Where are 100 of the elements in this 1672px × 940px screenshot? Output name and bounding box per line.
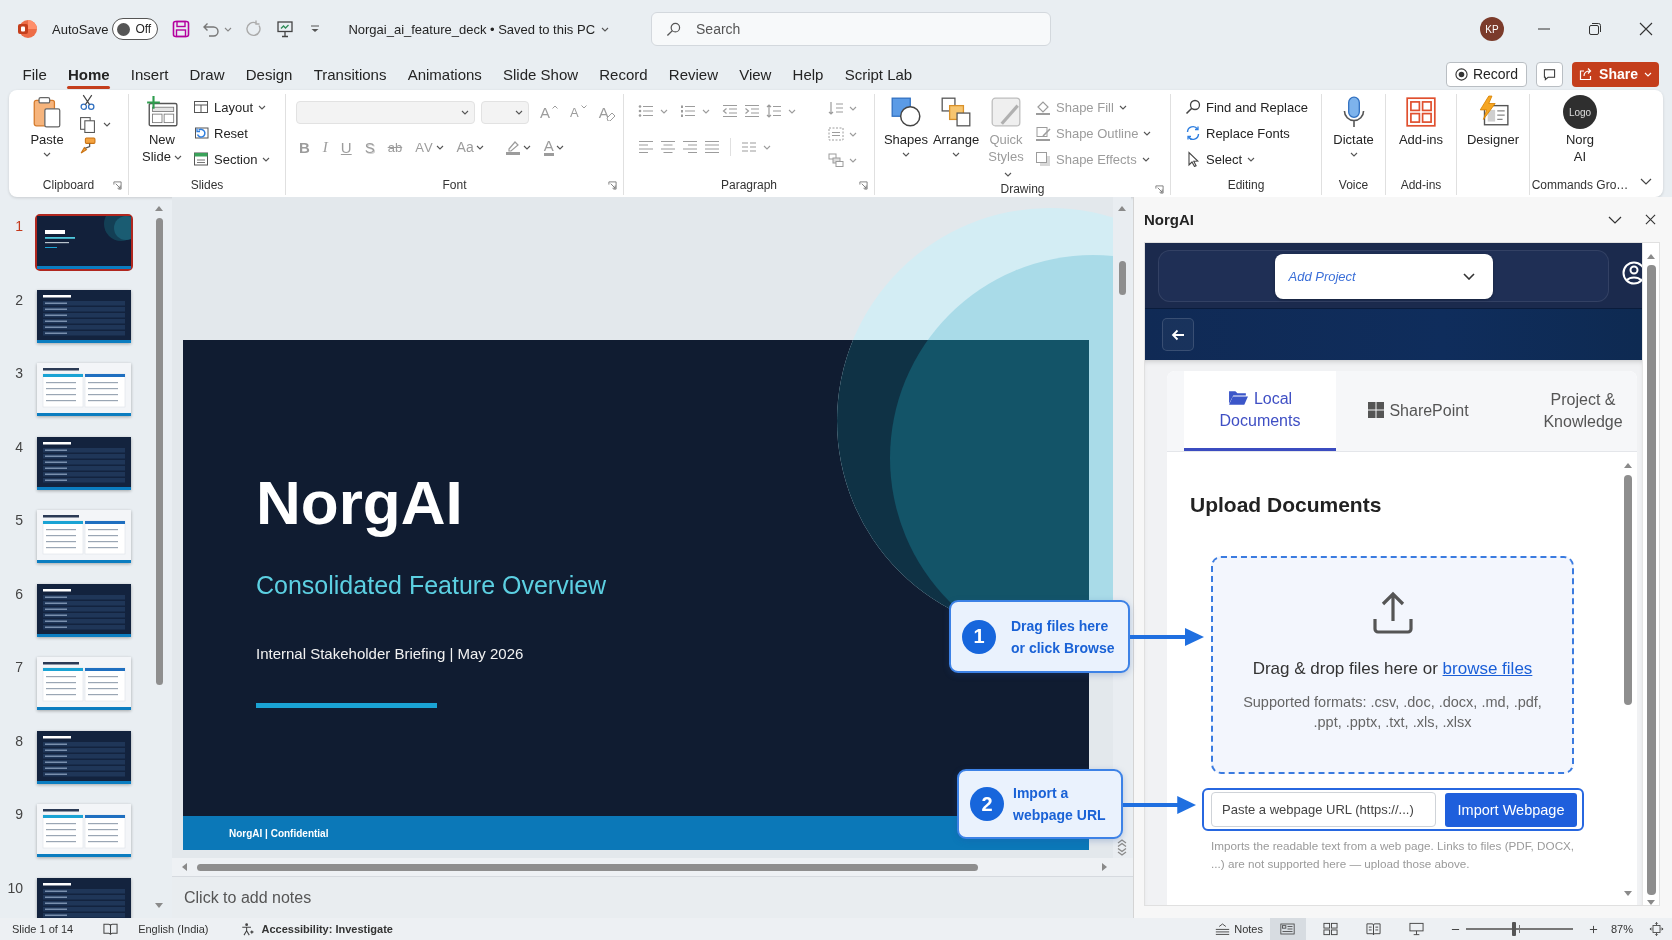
slide-thumbnail[interactable] <box>35 287 133 345</box>
ribbon-tab[interactable]: View <box>728 58 782 90</box>
scrollbar-thumb[interactable] <box>155 218 163 685</box>
source-tab[interactable]: SharePoint <box>1336 371 1501 451</box>
ribbon-tab[interactable]: Design <box>235 58 304 90</box>
zoom-percent[interactable]: 87% <box>1610 923 1633 935</box>
ribbon-tab[interactable]: Home <box>57 58 121 90</box>
ribbon-tab[interactable]: Insert <box>120 58 179 90</box>
collapse-ribbon-icon[interactable] <box>1640 178 1652 185</box>
book-icon[interactable] <box>103 922 119 936</box>
chevron-down-icon <box>660 108 668 114</box>
slide-thumbnail[interactable] <box>35 581 133 639</box>
shapes-button[interactable]: Shapes <box>881 94 931 157</box>
url-field[interactable]: Paste a webpage URL (https://...) <box>1211 792 1436 827</box>
ribbon-tab[interactable]: Help <box>782 58 835 90</box>
find-replace-button[interactable]: Find and Replace <box>1185 94 1308 120</box>
font-size-field[interactable] <box>481 100 529 124</box>
ribbon-tab[interactable]: Animations <box>397 58 493 90</box>
close-icon[interactable] <box>1639 22 1653 36</box>
record-button[interactable]: Record <box>1445 61 1528 87</box>
slide-thumbnail[interactable] <box>35 361 133 418</box>
fit-to-window-icon[interactable] <box>1649 922 1664 936</box>
save-icon[interactable] <box>172 20 191 38</box>
scroll-down-icon[interactable] <box>1647 900 1655 905</box>
scissors-icon[interactable] <box>79 94 96 111</box>
dialog-launcher-icon[interactable] <box>1155 184 1164 194</box>
copy-icon[interactable] <box>79 115 96 133</box>
dictate-button[interactable]: Dictate <box>1322 94 1385 157</box>
section-button[interactable]: Section <box>193 146 271 172</box>
scroll-right-icon[interactable] <box>1102 863 1107 871</box>
slide-thumbnail[interactable] <box>35 655 133 712</box>
autosave-toggle[interactable]: Off <box>112 18 159 40</box>
import-webpage-button[interactable]: Import Webpage <box>1445 792 1577 827</box>
scrollbar-thumb[interactable] <box>197 863 978 871</box>
app-icon[interactable] <box>17 19 37 39</box>
undo-icon[interactable] <box>202 20 221 38</box>
ribbon-tab[interactable]: Slide Show <box>492 58 589 90</box>
group-label: Font <box>442 178 467 192</box>
ribbon-tab[interactable]: File <box>12 58 58 90</box>
paintbrush-icon[interactable] <box>79 137 96 154</box>
ribbon-tab[interactable]: Transitions <box>303 58 398 90</box>
accessibility-button[interactable]: Accessibility: Investigate <box>240 922 393 936</box>
replace-fonts-button[interactable]: Replace Fonts <box>1185 120 1308 146</box>
designer-button[interactable]: Designer <box>1457 94 1529 148</box>
layout-button[interactable]: Layout <box>193 94 271 120</box>
new-slide-button[interactable]: New Slide <box>139 94 185 165</box>
restore-icon[interactable] <box>1588 22 1602 36</box>
notes-button[interactable]: Notes <box>1215 922 1263 936</box>
source-tab[interactable]: Project & Knowledge <box>1501 371 1637 451</box>
select-button[interactable]: Select <box>1185 146 1308 172</box>
scroll-left-icon[interactable] <box>182 863 187 871</box>
user-avatar[interactable]: KP <box>1480 17 1504 41</box>
slide-thumbnail[interactable] <box>35 728 133 786</box>
slide-thumbnail[interactable] <box>35 508 133 565</box>
chevron-down-icon[interactable] <box>1608 215 1622 224</box>
dialog-launcher-icon[interactable] <box>113 180 122 190</box>
close-icon[interactable] <box>1645 214 1656 225</box>
slide-thumbnail[interactable] <box>35 214 133 271</box>
ribbon-tab[interactable]: Record <box>588 58 659 90</box>
slide-thumbnail[interactable] <box>35 434 133 492</box>
presenter-icon[interactable] <box>276 20 295 38</box>
redo-icon[interactable] <box>245 20 264 38</box>
scrollbar-thumb[interactable] <box>1646 265 1656 895</box>
slide-thumbnail[interactable] <box>35 875 133 918</box>
previous-slide-icon[interactable] <box>1117 839 1127 847</box>
scroll-up-icon[interactable] <box>1624 463 1632 468</box>
add-ins-button[interactable]: Add-ins <box>1386 94 1456 148</box>
dropzone[interactable]: Drag & drop files here or browse files Supported formats: .csv, .doc, .docx, .md, .pdf, .ppt, .pptx, .txt, .xls, .xlsx <box>1211 556 1574 774</box>
user-icon[interactable] <box>1622 261 1642 285</box>
scroll-down-icon[interactable] <box>1624 891 1632 896</box>
share-button[interactable]: Share <box>1572 61 1659 87</box>
font-name-field[interactable] <box>296 100 475 124</box>
arrange-button[interactable]: Arrange <box>931 94 981 157</box>
language-button[interactable]: English (India) <box>138 923 209 935</box>
back-button[interactable] <box>1162 318 1194 351</box>
scroll-up-icon[interactable] <box>1647 254 1655 259</box>
ribbon-tab[interactable]: Draw <box>178 58 236 90</box>
source-tab[interactable]: Local Documents <box>1184 371 1336 451</box>
comments-button[interactable] <box>1536 61 1564 87</box>
zoom-slider-thumb[interactable] <box>1512 922 1517 936</box>
scrollbar-thumb[interactable] <box>1118 261 1126 295</box>
reset-button[interactable]: Reset <box>193 120 271 146</box>
scroll-up-icon[interactable] <box>155 206 163 211</box>
slide-thumbnail[interactable] <box>35 802 133 859</box>
customize-icon[interactable] <box>310 25 321 33</box>
add-in-command-button[interactable]: Logo Norg AI <box>1530 94 1630 165</box>
zoom-in-icon[interactable] <box>1588 924 1598 934</box>
next-slide-icon[interactable] <box>1117 848 1127 856</box>
ribbon-tab[interactable]: Script Lab <box>834 58 923 90</box>
scroll-up-icon[interactable] <box>1118 206 1126 211</box>
ribbon-tab[interactable]: Review <box>658 58 729 90</box>
project-select[interactable]: Add Project <box>1274 253 1493 299</box>
url-help-text: Imports the readable text from a web page. Links to files (PDF, DOCX, ...) are not supported here — upload those above. <box>1211 838 1576 872</box>
browse-files-link[interactable]: browse files <box>1442 659 1533 678</box>
paste-button[interactable]: Paste <box>27 94 67 157</box>
search-field[interactable]: Search <box>651 12 1051 46</box>
scrollbar-thumb[interactable] <box>1624 475 1632 705</box>
normal-view-button[interactable] <box>1269 918 1306 940</box>
scroll-down-icon[interactable] <box>155 903 163 908</box>
document-title[interactable]: Norgai_ai_feature_deck • Saved to this PC <box>348 16 609 42</box>
